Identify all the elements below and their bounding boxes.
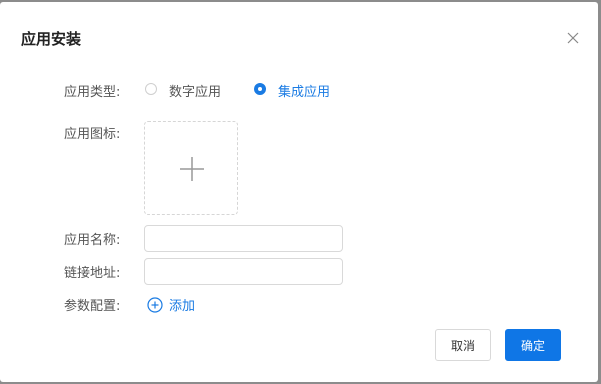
radio-digital-app-label[interactable]: 数字应用 xyxy=(169,81,221,100)
add-circle-icon xyxy=(147,296,163,313)
confirm-button[interactable]: 确定 xyxy=(505,329,561,361)
radio-digital-app[interactable] xyxy=(145,83,157,95)
app-type-label: 应用类型: xyxy=(64,85,121,100)
app-icon-label: 应用图标: xyxy=(64,127,121,142)
install-dialog: 应用安装 应用类型: 数字应用 集成应用 应用图标: 应用名称: 链接地址: 参… xyxy=(0,2,598,382)
add-param-label: 添加 xyxy=(169,299,196,314)
plus-icon xyxy=(180,157,204,181)
close-icon[interactable] xyxy=(566,30,580,44)
params-label: 参数配置: xyxy=(64,299,121,314)
radio-integrated-app[interactable] xyxy=(254,83,266,95)
link-url-input[interactable] xyxy=(144,258,343,285)
dialog-title: 应用安装 xyxy=(21,30,82,48)
link-url-label: 链接地址: xyxy=(64,266,121,281)
app-name-label: 应用名称: xyxy=(64,233,121,248)
app-name-input[interactable] xyxy=(144,225,343,252)
radio-integrated-app-label[interactable]: 集成应用 xyxy=(278,81,330,100)
icon-upload-box[interactable] xyxy=(144,121,238,215)
add-param-button[interactable]: 添加 xyxy=(147,295,195,314)
cancel-button[interactable]: 取消 xyxy=(435,329,491,361)
